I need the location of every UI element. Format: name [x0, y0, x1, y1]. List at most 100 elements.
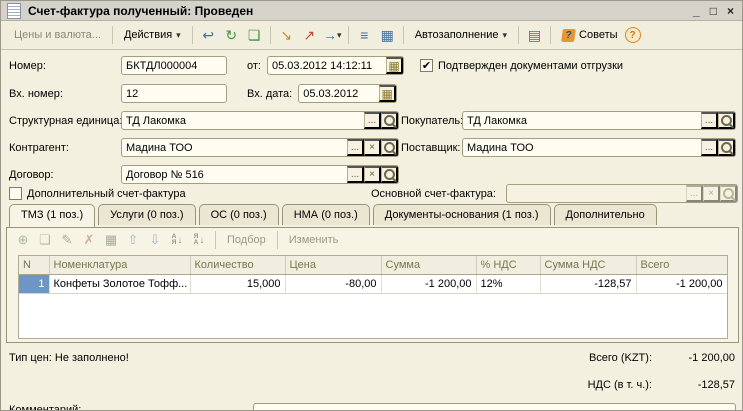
- tab-bar: ТМЗ (1 поз.) Услуги (0 поз.) ОС (0 поз.)…: [9, 204, 657, 225]
- copy-row-button[interactable]: ❏: [35, 231, 55, 250]
- tab-additional[interactable]: Дополнительно: [554, 204, 657, 225]
- contractor-label: Контрагент:: [9, 142, 121, 154]
- prices-currency-button[interactable]: Цены и валюта...: [7, 25, 108, 45]
- copy-icon: ❏: [248, 28, 261, 42]
- contract-input[interactable]: [122, 166, 347, 183]
- copy-icon: ❏: [39, 232, 51, 248]
- vat-label: НДС (в т. ч.):: [588, 379, 652, 391]
- items-table: N Номенклатура Количество Цена Сумма % Н…: [19, 256, 728, 294]
- autofill-button[interactable]: Автозаполнение ▾: [408, 25, 514, 45]
- delete-row-button[interactable]: ✗: [79, 231, 99, 250]
- contract-open-button[interactable]: [381, 166, 398, 183]
- cell-nomenclature[interactable]: Конфеты Золотое Тофф...: [49, 275, 190, 294]
- buyer-input[interactable]: [463, 112, 701, 129]
- cell-price[interactable]: -80,00: [285, 275, 381, 294]
- toolbar-separator: [270, 26, 271, 44]
- tab-os[interactable]: ОС (0 поз.): [199, 204, 279, 225]
- sort-descending-button[interactable]: ЯА ↓: [189, 231, 209, 250]
- number-input[interactable]: [122, 57, 226, 74]
- repost-button[interactable]: ↻: [220, 25, 243, 46]
- chevron-down-icon: ▾: [337, 30, 342, 41]
- contractor-select-button[interactable]: ...: [347, 139, 364, 156]
- structural-unit-open-button[interactable]: [381, 112, 398, 129]
- in-date-label: Вх. дата:: [247, 88, 292, 100]
- add-icon: ⊕: [18, 232, 29, 248]
- copy-document-button[interactable]: ❏: [243, 25, 266, 46]
- supplier-select-button[interactable]: ...: [701, 139, 718, 156]
- delete-icon: ✗: [84, 232, 95, 248]
- col-header-total: Всего: [636, 256, 727, 275]
- buyer-select-button[interactable]: ...: [701, 112, 718, 129]
- date-calendar-button[interactable]: ▦: [386, 57, 403, 74]
- tab-tmz[interactable]: ТМЗ (1 поз.): [9, 204, 95, 227]
- confirmed-checkbox[interactable]: ✔ Подтвержден документами отгрузки: [420, 59, 623, 72]
- tips-button[interactable]: ? Советы: [555, 25, 624, 46]
- col-header-vat-amount: Сумма НДС: [540, 256, 636, 275]
- cancel-posting-icon: ↗: [303, 28, 315, 42]
- contract-select-button[interactable]: ...: [347, 166, 364, 183]
- move-up-button[interactable]: ⇧: [123, 231, 143, 250]
- contractor-input[interactable]: [122, 139, 347, 156]
- toolbar-separator: [348, 26, 349, 44]
- date-input[interactable]: [268, 57, 386, 74]
- post-movements-button[interactable]: ↘: [275, 25, 298, 46]
- write-document-button[interactable]: ↩: [197, 25, 220, 46]
- supplier-input[interactable]: [463, 139, 701, 156]
- cell-vat-percent[interactable]: 12%: [476, 275, 540, 294]
- help-icon[interactable]: ?: [625, 27, 641, 43]
- maximize-button[interactable]: □: [710, 4, 717, 18]
- arrow-up-icon: ⇧: [128, 232, 139, 248]
- cancel-posting-button[interactable]: ↗: [298, 25, 321, 46]
- report-button[interactable]: ▤: [523, 25, 546, 46]
- in-number-input[interactable]: [122, 85, 226, 102]
- structural-unit-input[interactable]: [122, 112, 364, 129]
- cell-amount[interactable]: -1 200,00: [381, 275, 476, 294]
- tips-icon: ?: [561, 29, 576, 42]
- cell-quantity[interactable]: 15,000: [190, 275, 285, 294]
- go-to-button[interactable]: →▾: [321, 25, 344, 46]
- supplier-field-wrap: ...: [462, 138, 736, 157]
- contract-label: Договор:: [9, 169, 121, 181]
- pick-button[interactable]: Подбор: [222, 232, 271, 248]
- contractor-clear-button[interactable]: ×: [364, 139, 381, 156]
- tab-nma[interactable]: НМА (0 поз.): [282, 204, 370, 225]
- edit-icon: ✎: [62, 232, 73, 248]
- list-columns-button[interactable]: ▦: [376, 25, 399, 46]
- cell-row-number[interactable]: 1: [19, 275, 49, 294]
- edit-row-button[interactable]: ✎: [57, 231, 77, 250]
- minimize-button[interactable]: _: [693, 4, 700, 18]
- magnifier-icon: [384, 142, 395, 153]
- table-row[interactable]: 1 Конфеты Золотое Тофф... 15,000 -80,00 …: [19, 275, 727, 294]
- add-row-button[interactable]: ⊕: [13, 231, 33, 250]
- totals-button[interactable]: ▦: [101, 231, 121, 250]
- structural-unit-select-button[interactable]: ...: [364, 112, 381, 129]
- main-invoice-input[interactable]: [507, 185, 686, 202]
- change-button[interactable]: Изменить: [284, 232, 344, 248]
- supplier-open-button[interactable]: [718, 139, 735, 156]
- buyer-open-button[interactable]: [718, 112, 735, 129]
- main-invoice-clear-button: ×: [703, 185, 720, 202]
- toolbar-separator: [192, 26, 193, 44]
- tab-base-documents[interactable]: Документы-основания (1 поз.): [373, 204, 551, 225]
- actions-button[interactable]: Действия ▾: [117, 25, 188, 45]
- go-to-icon: →: [323, 28, 337, 42]
- comment-field[interactable]: [253, 403, 736, 411]
- additional-invoice-checkbox[interactable]: Дополнительный счет-фактура: [9, 187, 186, 200]
- contract-clear-button[interactable]: ×: [364, 166, 381, 183]
- magnifier-icon: [384, 169, 395, 180]
- cell-total[interactable]: -1 200,00: [636, 275, 727, 294]
- move-down-button[interactable]: ⇩: [145, 231, 165, 250]
- close-button[interactable]: ×: [727, 4, 734, 18]
- cell-vat-amount[interactable]: -128,57: [540, 275, 636, 294]
- list-settings-button[interactable]: ≡: [353, 25, 376, 46]
- ellipsis-icon: ...: [368, 115, 376, 126]
- in-date-input[interactable]: [299, 85, 379, 102]
- tab-services[interactable]: Услуги (0 поз.): [98, 204, 195, 225]
- date-field-wrap: ▦: [267, 56, 404, 75]
- in-date-calendar-button[interactable]: ▦: [379, 85, 396, 102]
- grid-toolbar-separator: [215, 231, 216, 249]
- checkbox-check-icon: ✔: [420, 59, 433, 72]
- contractor-open-button[interactable]: [381, 139, 398, 156]
- contract-field-wrap: ... ×: [121, 165, 399, 184]
- sort-ascending-button[interactable]: АЯ ↓: [167, 231, 187, 250]
